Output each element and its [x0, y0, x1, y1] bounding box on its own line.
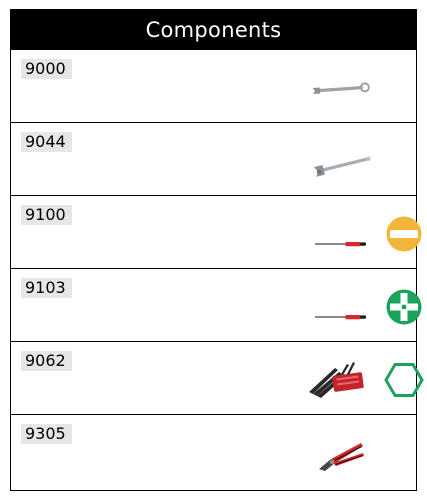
slotted-symbol-icon: [386, 216, 422, 252]
combination-wrench-icon: [312, 82, 370, 94]
component-code: 9103: [21, 278, 72, 298]
component-code: 9000: [21, 59, 72, 79]
hex-key-set-icon: [309, 362, 364, 398]
component-row[interactable]: 9044: [11, 123, 416, 196]
component-row[interactable]: 9062: [11, 342, 424, 415]
component-code: 9062: [21, 351, 72, 371]
screwdriver-icon: [315, 242, 366, 247]
adjustable-wrench-icon: [313, 156, 371, 177]
component-row[interactable]: 9103: [11, 269, 422, 342]
component-row[interactable]: 9100: [11, 196, 422, 269]
component-row[interactable]: 9000: [11, 50, 416, 123]
component-code: 9100: [21, 205, 72, 225]
screwdriver-icon: [315, 315, 366, 320]
panel-title: Components: [145, 18, 282, 42]
hexagon-symbol-icon: [384, 363, 424, 397]
component-row[interactable]: 9305: [11, 415, 416, 488]
component-code: 9044: [21, 132, 72, 152]
component-code: 9305: [21, 424, 72, 444]
components-panel: Components 9000 9044 9100 9103 9062 9305: [10, 9, 424, 491]
phillips-symbol-icon: [386, 289, 422, 325]
panel-header: Components: [11, 10, 416, 50]
pliers-icon: [319, 443, 364, 471]
